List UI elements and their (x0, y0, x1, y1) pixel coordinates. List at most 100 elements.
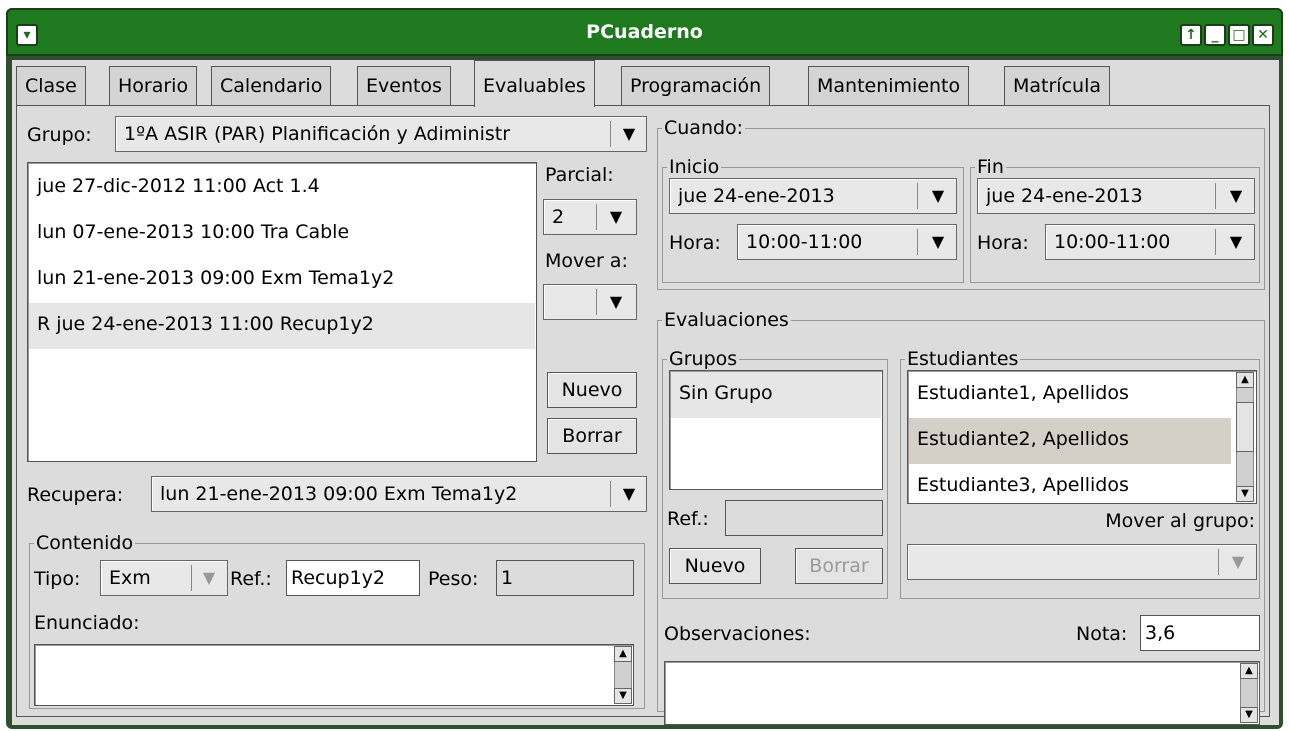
evaluaciones-title: Evaluaciones (662, 309, 791, 331)
inicio-hora-value: 10:00-11:00 (746, 231, 863, 253)
grupos-ref-field[interactable] (725, 500, 883, 536)
list-item[interactable]: Estudiante1, Apellidos (909, 372, 1231, 418)
app-window: ▾ PCuaderno ↑ _ □ ✕ Clase Horario Calend… (6, 8, 1283, 729)
tab-clase[interactable]: Clase (16, 66, 86, 106)
fin-title: Fin (975, 156, 1006, 178)
chevron-down-icon: ▼ (931, 232, 945, 251)
mover-al-grupo-select[interactable]: ▼ (907, 544, 1257, 580)
list-item[interactable]: jue 27-dic-2012 11:00 Act 1.4 (29, 165, 535, 211)
inicio-group: Inicio jue 24-ene-2013 ▼ Hora: 10:00-11:… (662, 156, 964, 283)
observaciones-textarea[interactable]: ▲ ▼ (664, 661, 1260, 725)
tab-eventos[interactable]: Eventos (357, 66, 451, 106)
fin-group: Fin jue 24-ene-2013 ▼ Hora: 10:00-11:00 … (970, 156, 1260, 283)
grupo-value: 1ºA ASIR (PAR) Planificación y Adiminist… (124, 123, 511, 145)
parcial-label: Parcial: (545, 164, 614, 186)
list-item[interactable]: Sin Grupo (671, 372, 881, 418)
chevron-down-icon: ▼ (202, 568, 216, 587)
borrar-button[interactable]: Borrar (547, 418, 637, 454)
cuando-title: Cuando: (662, 117, 746, 139)
chevron-down-icon: ▼ (609, 207, 623, 226)
enunciado-label: Enunciado: (34, 612, 140, 634)
evaluaciones-group: Evaluaciones Grupos Sin Grupo Ref.: Nuev… (657, 309, 1265, 725)
recupera-select[interactable]: lun 21-ene-2013 09:00 Exm Tema1y2 ▼ (151, 476, 647, 512)
scroll-up-icon[interactable]: ▲ (614, 646, 632, 662)
list-item[interactable]: lun 21-ene-2013 09:00 Exm Tema1y2 (29, 257, 535, 303)
scrollbar-thumb[interactable] (1236, 402, 1254, 452)
scrollbar-track[interactable] (1240, 679, 1258, 707)
nota-label: Nota: (1076, 623, 1128, 645)
mover-a-label: Mover a: (545, 250, 628, 272)
cuando-group: Cuando: Inicio jue 24-ene-2013 ▼ Hora: 1… (657, 117, 1265, 290)
chevron-down-icon: ▼ (931, 186, 945, 205)
fin-fecha-value: jue 24-ene-2013 (986, 185, 1143, 207)
chevron-down-icon: ▼ (1229, 232, 1243, 251)
ref-label: Ref.: (230, 568, 272, 590)
inicio-hora-label: Hora: (669, 232, 721, 254)
scroll-down-icon[interactable]: ▼ (614, 688, 632, 704)
fin-hora-label: Hora: (977, 232, 1029, 254)
nuevo-button[interactable]: Nuevo (547, 372, 637, 408)
contenido-title: Contenido (34, 532, 136, 554)
grupos-title: Grupos (667, 348, 740, 370)
fin-hora-value: 10:00-11:00 (1054, 231, 1171, 253)
scroll-down-icon[interactable]: ▼ (1240, 707, 1258, 723)
estudiantes-list[interactable]: Estudiante1, Apellidos Estudiante2, Apel… (907, 370, 1257, 504)
grupos-ref-label: Ref.: (667, 508, 709, 530)
scrollbar-track[interactable] (614, 662, 632, 688)
list-item[interactable]: Estudiante3, Apellidos (909, 464, 1231, 503)
contenido-group: Contenido Tipo: Exm ▼ Ref.: Recup1y2 Pes… (29, 532, 645, 709)
maximize-up-icon[interactable]: ↑ (1180, 24, 1202, 46)
grupo-select[interactable]: 1ºA ASIR (PAR) Planificación y Adiminist… (115, 116, 647, 152)
fin-hora-select[interactable]: 10:00-11:00 ▼ (1045, 224, 1255, 260)
tab-calendario[interactable]: Calendario (211, 66, 332, 106)
tab-programacion[interactable]: Programación (621, 66, 771, 106)
chevron-down-icon: ▼ (622, 124, 636, 143)
parcial-select[interactable]: 2 ▼ (543, 199, 637, 235)
tab-mantenimiento[interactable]: Mantenimiento (808, 66, 970, 106)
estudiantes-group: Estudiantes Estudiante1, Apellidos Estud… (900, 348, 1260, 599)
list-item[interactable]: R jue 24-ene-2013 11:00 Recup1y2 (29, 303, 535, 349)
peso-label: Peso: (428, 568, 479, 590)
window-title: PCuaderno (586, 21, 703, 43)
tipo-select[interactable]: Exm ▼ (100, 560, 228, 596)
list-item[interactable]: Estudiante2, Apellidos (909, 418, 1231, 464)
enunciado-textarea[interactable]: ▲ ▼ (34, 644, 634, 706)
inicio-hora-select[interactable]: 10:00-11:00 ▼ (737, 224, 957, 260)
ref-field[interactable]: Recup1y2 (286, 560, 420, 596)
tipo-value: Exm (109, 567, 151, 589)
chevron-down-icon: ▼ (1229, 186, 1243, 205)
grupos-nuevo-button[interactable]: Nuevo (669, 548, 761, 584)
inicio-fecha-select[interactable]: jue 24-ene-2013 ▼ (669, 178, 957, 214)
inicio-fecha-value: jue 24-ene-2013 (678, 185, 835, 207)
tab-evaluables[interactable]: Evaluables (474, 60, 595, 107)
evaluables-list[interactable]: jue 27-dic-2012 11:00 Act 1.4 lun 07-ene… (27, 162, 537, 462)
chevron-down-icon: ▼ (622, 484, 636, 503)
tab-horario[interactable]: Horario (109, 66, 198, 106)
grupos-group: Grupos Sin Grupo Ref.: Nuevo Borrar (662, 348, 888, 599)
inicio-title: Inicio (667, 156, 722, 178)
peso-field[interactable]: 1 (496, 560, 634, 596)
title-bar[interactable]: ▾ PCuaderno ↑ _ □ ✕ (6, 8, 1283, 56)
list-item[interactable]: lun 07-ene-2013 10:00 Tra Cable (29, 211, 535, 257)
scroll-up-icon[interactable]: ▲ (1240, 663, 1258, 679)
grupos-borrar-button[interactable]: Borrar (795, 548, 883, 584)
observaciones-label: Observaciones: (664, 623, 811, 645)
scrollbar-track[interactable] (1236, 388, 1254, 486)
nota-field[interactable]: 3,6 (1140, 615, 1260, 651)
scroll-down-icon[interactable]: ▼ (1236, 486, 1254, 502)
restore-icon[interactable]: □ (1228, 24, 1250, 46)
chevron-down-icon: ▼ (1231, 552, 1245, 571)
recupera-label: Recupera: (27, 484, 124, 506)
scroll-up-icon[interactable]: ▲ (1236, 372, 1254, 388)
grupo-label: Grupo: (27, 124, 92, 146)
tipo-label: Tipo: (34, 568, 81, 590)
close-icon[interactable]: ✕ (1252, 24, 1274, 46)
grupos-list[interactable]: Sin Grupo (669, 370, 883, 490)
mover-al-grupo-label: Mover al grupo: (1105, 510, 1255, 532)
mover-a-select[interactable]: ▼ (543, 284, 637, 320)
minimize-icon[interactable]: _ (1204, 24, 1226, 46)
evaluables-panel: Grupo: 1ºA ASIR (PAR) Planificación y Ad… (16, 105, 1270, 725)
tab-matricula[interactable]: Matrícula (1004, 66, 1110, 106)
estudiantes-title: Estudiantes (905, 348, 1021, 370)
fin-fecha-select[interactable]: jue 24-ene-2013 ▼ (977, 178, 1255, 214)
